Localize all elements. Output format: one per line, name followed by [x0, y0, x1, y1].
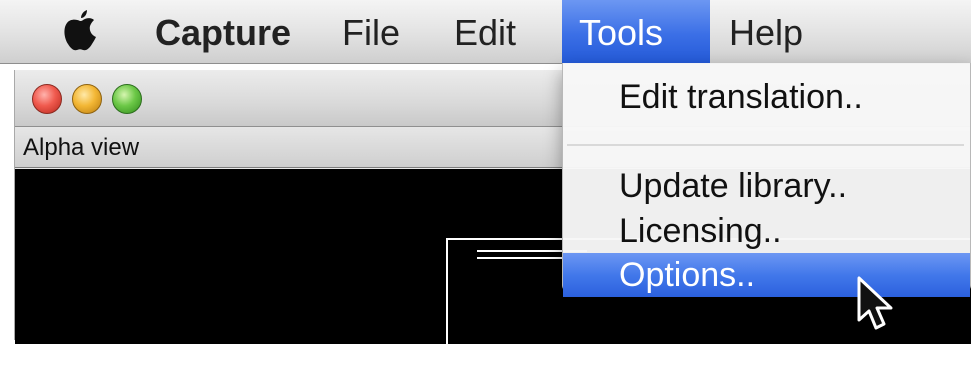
menu-item-licensing[interactable]: Licensing..: [563, 209, 970, 253]
minimize-button[interactable]: [72, 84, 102, 114]
menu-edit[interactable]: Edit: [437, 0, 533, 63]
menu-file[interactable]: File: [325, 0, 417, 63]
menu-item-options[interactable]: Options..: [563, 253, 970, 297]
menu-item-update-library[interactable]: Update library..: [563, 164, 970, 208]
tools-menu-dropdown: Edit translation.. Update library.. Lice…: [562, 63, 971, 297]
menu-separator: [567, 144, 964, 146]
menu-help[interactable]: Help: [712, 0, 820, 63]
apple-logo-icon[interactable]: [62, 8, 98, 52]
menu-app-capture[interactable]: Capture: [138, 0, 308, 63]
close-button[interactable]: [32, 84, 62, 114]
zoom-button[interactable]: [112, 84, 142, 114]
menu-item-edit-translation[interactable]: Edit translation..: [563, 75, 970, 119]
menu-tools[interactable]: Tools: [562, 0, 710, 63]
arrow-pointer-icon: [857, 276, 893, 330]
menu-bar: Capture File Edit Tools Help: [0, 0, 971, 64]
